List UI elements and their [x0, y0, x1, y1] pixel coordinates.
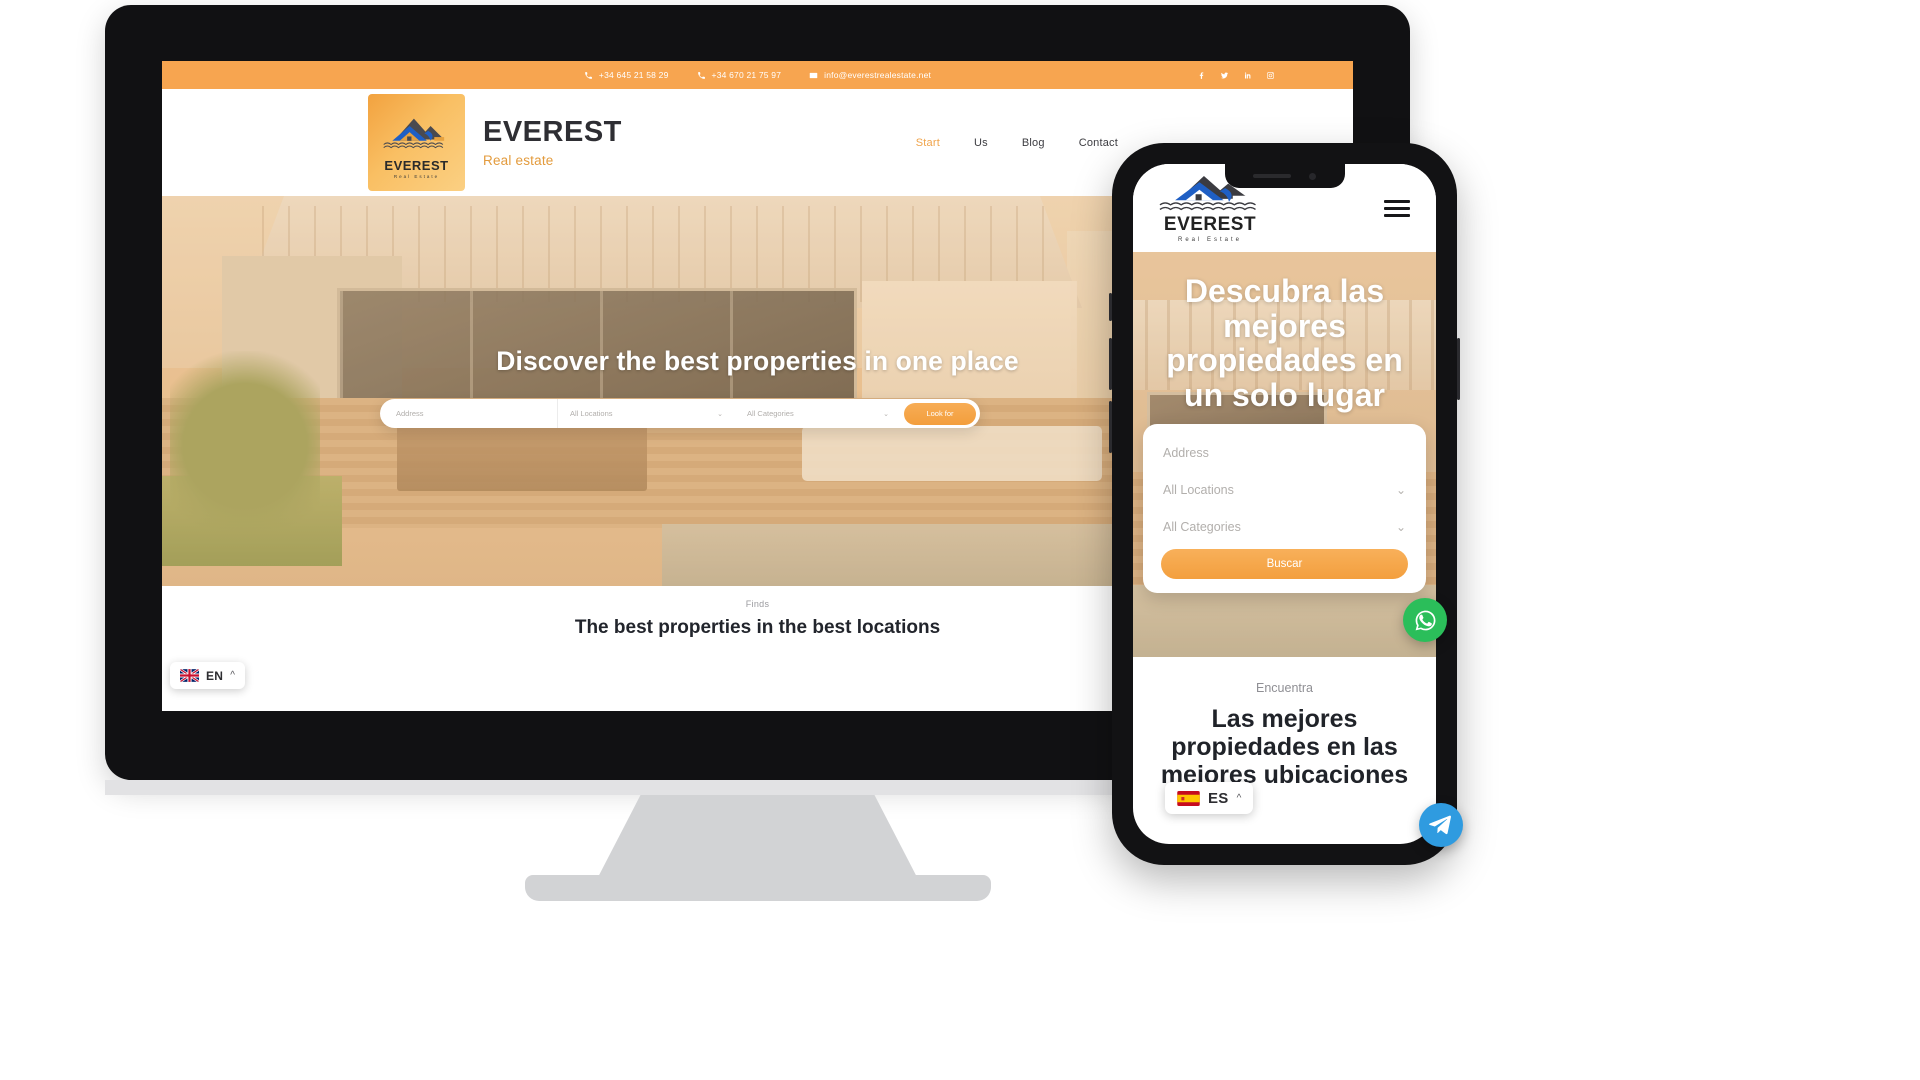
topbar-phone-1-text: +34 645 21 58 29 — [598, 70, 669, 80]
chevron-down-icon: ⌄ — [717, 410, 723, 418]
phone-icon — [584, 71, 593, 80]
phone-logo-name: EVEREST — [1163, 214, 1257, 235]
telegram-icon — [1429, 815, 1451, 835]
topbar-social-links — [1197, 61, 1275, 89]
phone-finds-section: Encuentra Las mejores propiedades en las… — [1133, 657, 1436, 789]
topbar-phone-2[interactable]: +34 670 21 75 97 — [697, 70, 782, 80]
desktop-language-selector[interactable]: EN ^ — [170, 662, 245, 689]
topbar-phone-2-text: +34 670 21 75 97 — [711, 70, 782, 80]
phone-notch — [1224, 164, 1345, 188]
phone-search-location-select[interactable]: All Locations ⌄ — [1143, 471, 1426, 508]
envelope-icon — [809, 71, 818, 80]
search-submit-button[interactable]: Look for — [904, 402, 976, 425]
logo-badge-sub: Real Estate — [393, 174, 440, 179]
desktop-search-bar: Address All Locations ⌄ All Categories ⌄… — [380, 399, 980, 428]
phone-search-form: Address All Locations ⌄ All Categories ⌄… — [1143, 424, 1426, 593]
topbar-email-text: info@everestrealestate.net — [824, 70, 932, 80]
brand-title: EVEREST — [483, 115, 622, 148]
phone-earpiece-speaker — [1253, 174, 1291, 178]
phone-mute-switch — [1109, 293, 1112, 321]
phone-icon — [697, 71, 706, 80]
phone-language-code: ES — [1208, 789, 1229, 807]
monitor-stand-neck — [595, 795, 920, 883]
chevron-down-icon: ⌄ — [1395, 519, 1406, 534]
phone-search-address-input[interactable]: Address — [1143, 434, 1426, 471]
linkedin-icon[interactable] — [1243, 71, 1252, 80]
phone-power-button — [1457, 338, 1460, 400]
brand-block[interactable]: EVEREST Real Estate EVEREST Real estate — [368, 94, 622, 191]
logo-badge: EVEREST Real Estate — [368, 94, 465, 191]
phone-search-category-value: All Categories — [1163, 519, 1241, 534]
search-location-value: All Locations — [570, 409, 613, 418]
brand-text: EVEREST Real estate — [483, 115, 622, 168]
search-category-value: All Categories — [747, 409, 794, 418]
phone-mockup: EVEREST Real Estate Descubra las mejores… — [1109, 143, 1463, 865]
instagram-icon[interactable] — [1266, 71, 1275, 80]
search-location-select[interactable]: All Locations ⌄ — [558, 399, 735, 428]
phone-finds-title: Las mejores propiedades en las mejores u… — [1160, 705, 1409, 789]
brand-subtitle: Real estate — [483, 152, 554, 168]
nav-item-us[interactable]: Us — [974, 137, 988, 149]
desktop-topbar: +34 645 21 58 29 +34 670 21 75 97 info@e… — [162, 61, 1353, 89]
phone-search-address-placeholder: Address — [1163, 445, 1209, 460]
chevron-down-icon: ⌄ — [1395, 482, 1406, 497]
phone-hero-title: Descubra las mejores propiedades en un s… — [1166, 273, 1403, 413]
phone-screen: EVEREST Real Estate Descubra las mejores… — [1133, 164, 1436, 844]
nav-item-blog[interactable]: Blog — [1022, 137, 1045, 149]
chevron-up-icon: ^ — [230, 670, 235, 681]
search-address-input[interactable]: Address — [380, 399, 558, 428]
phone-front-camera — [1309, 172, 1316, 180]
phone-hero: Descubra las mejores propiedades en un s… — [1133, 252, 1436, 657]
phone-search-submit-button[interactable]: Buscar — [1161, 549, 1408, 579]
nav-item-start[interactable]: Start — [916, 137, 940, 149]
phone-finds-label: Encuentra — [1256, 681, 1313, 695]
topbar-email[interactable]: info@everestrealestate.net — [809, 70, 931, 80]
phone-volume-down-button — [1109, 401, 1112, 453]
search-address-placeholder: Address — [396, 409, 424, 418]
twitter-icon[interactable] — [1220, 71, 1229, 80]
chevron-down-icon: ⌄ — [883, 410, 889, 418]
phone-volume-up-button — [1109, 338, 1112, 390]
monitor-stand-foot — [525, 875, 991, 901]
screenshot-stage: +34 645 21 58 29 +34 670 21 75 97 info@e… — [0, 0, 1920, 1080]
uk-flag-icon — [180, 669, 199, 682]
whatsapp-icon — [1415, 610, 1435, 630]
topbar-phone-1[interactable]: +34 645 21 58 29 — [584, 70, 669, 80]
phone-search-category-select[interactable]: All Categories ⌄ — [1143, 508, 1426, 545]
spain-flag-icon — [1177, 790, 1200, 806]
everest-mountain-house-logo-icon — [382, 118, 444, 149]
search-category-select[interactable]: All Categories ⌄ — [735, 399, 901, 428]
phone-language-selector[interactable]: ES ^ — [1165, 782, 1254, 814]
logo-badge-name: EVEREST — [384, 158, 449, 173]
whatsapp-fab-button[interactable] — [1403, 598, 1447, 642]
topbar-contacts: +34 645 21 58 29 +34 670 21 75 97 info@e… — [584, 70, 931, 80]
telegram-fab-button[interactable] — [1419, 803, 1463, 847]
phone-logo-sub: Real Estate — [1177, 237, 1243, 243]
phone-search-location-value: All Locations — [1163, 482, 1234, 497]
chevron-up-icon: ^ — [1236, 792, 1242, 804]
hamburger-menu-icon[interactable] — [1384, 199, 1410, 217]
language-code: EN — [206, 668, 224, 683]
facebook-icon[interactable] — [1197, 71, 1206, 80]
desktop-main-nav: Start Us Blog Contact — [916, 137, 1118, 149]
